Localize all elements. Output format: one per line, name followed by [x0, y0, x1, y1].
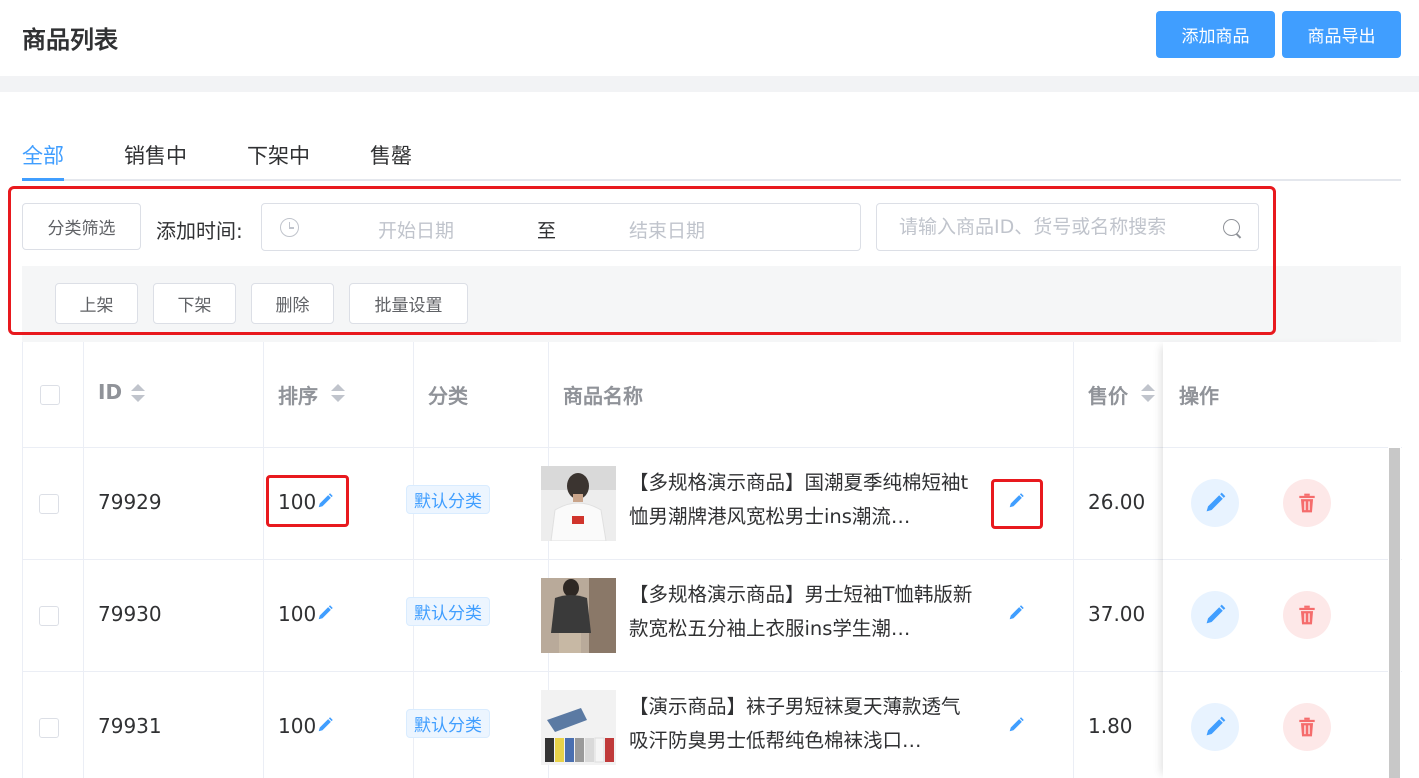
edit-icon: [1206, 716, 1226, 736]
row-checkbox[interactable]: [39, 606, 59, 626]
row-sort-value: 100: [278, 602, 317, 626]
start-date-input[interactable]: 开始日期: [378, 216, 454, 243]
header-actions: 操作: [1179, 384, 1219, 408]
trash-icon: [1299, 717, 1315, 737]
page-header: 商品列表 添加商品 商品导出: [0, 0, 1419, 76]
row-checkbox[interactable]: [39, 718, 59, 738]
product-name: 【多规格演示商品】国潮夏季纯棉短袖t恤男潮牌港风宽松男士ins潮流…: [629, 471, 969, 528]
edit-sort-pencil-icon[interactable]: [316, 492, 334, 510]
row-price: 1.80: [1088, 714, 1133, 738]
edit-sort-pencil-icon[interactable]: [316, 716, 334, 734]
off-shelf-button[interactable]: 下架: [153, 283, 236, 324]
row-id: 79930: [98, 602, 162, 626]
edit-product-button[interactable]: [1191, 703, 1239, 751]
search-input[interactable]: [899, 214, 1219, 240]
delete-button[interactable]: 删除: [251, 283, 334, 324]
sort-order-icon[interactable]: [331, 384, 345, 404]
product-thumbnail[interactable]: [541, 466, 616, 541]
trash-icon: [1299, 605, 1315, 625]
export-products-button[interactable]: 商品导出: [1282, 11, 1401, 58]
row-checkbox[interactable]: [39, 494, 59, 514]
row-divider: [1163, 447, 1388, 448]
edit-icon: [1206, 604, 1226, 624]
category-tag: 默认分类: [406, 485, 490, 514]
row-sort-value: 100: [278, 714, 317, 738]
delete-product-button[interactable]: [1283, 591, 1331, 639]
scrollbar-thumb[interactable]: [1389, 448, 1400, 778]
row-price: 26.00: [1088, 490, 1146, 514]
search-icon[interactable]: [1223, 219, 1240, 236]
header-id[interactable]: ID: [98, 380, 122, 404]
category-tag: 默认分类: [406, 709, 490, 738]
category-filter-button[interactable]: 分类筛选: [22, 203, 141, 250]
edit-icon: [1206, 492, 1226, 512]
edit-sort-pencil-icon[interactable]: [316, 604, 334, 622]
product-thumbnail[interactable]: [541, 578, 616, 653]
tabs-baseline: [22, 179, 1401, 181]
sort-id-icon[interactable]: [131, 384, 145, 404]
tab-sold-out[interactable]: 售罄: [370, 140, 412, 170]
trash-icon: [1299, 493, 1315, 513]
product-name: 【多规格演示商品】男士短袖T恤韩版新款宽松五分袖上衣服ins学生潮…: [629, 583, 973, 640]
select-all-checkbox[interactable]: [40, 385, 60, 405]
edit-name-pencil-icon[interactable]: [1007, 716, 1025, 734]
date-range-separator: 至: [537, 220, 557, 242]
sort-price-icon[interactable]: [1141, 384, 1155, 404]
row-id: 79931: [98, 714, 162, 738]
column-divider: [263, 342, 264, 778]
row-price: 37.00: [1088, 602, 1146, 626]
on-shelf-button[interactable]: 上架: [55, 283, 138, 324]
tab-active-indicator: [22, 178, 64, 181]
edit-product-button[interactable]: [1191, 591, 1239, 639]
tab-off-shelf[interactable]: 下架中: [247, 140, 310, 170]
end-date-input[interactable]: 结束日期: [629, 216, 705, 243]
tab-all[interactable]: 全部: [22, 140, 64, 170]
search-box: [876, 203, 1259, 251]
page-title: 商品列表: [22, 26, 118, 54]
add-time-label: 添加时间:: [156, 219, 243, 243]
edit-product-button[interactable]: [1191, 479, 1239, 527]
column-divider: [83, 342, 84, 778]
product-thumbnail[interactable]: [541, 690, 616, 765]
clock-icon: [280, 218, 299, 237]
header-product-name: 商品名称: [563, 384, 643, 408]
header-divider: [0, 76, 1419, 92]
add-product-button[interactable]: 添加商品: [1156, 11, 1275, 58]
delete-product-button[interactable]: [1283, 703, 1331, 751]
date-range-picker[interactable]: 开始日期 至 结束日期: [261, 203, 861, 251]
batch-settings-button[interactable]: 批量设置: [349, 283, 468, 324]
category-tag: 默认分类: [406, 597, 490, 626]
row-divider: [1163, 559, 1388, 560]
header-sort[interactable]: 排序: [278, 380, 318, 409]
tab-on-sale[interactable]: 销售中: [124, 140, 187, 170]
row-id: 79929: [98, 490, 162, 514]
column-divider: [1073, 342, 1074, 778]
header-category: 分类: [428, 384, 468, 408]
delete-product-button[interactable]: [1283, 479, 1331, 527]
row-divider: [1163, 671, 1388, 672]
header-price[interactable]: 售价: [1088, 380, 1128, 409]
edit-name-pencil-icon[interactable]: [1007, 492, 1025, 510]
row-sort-value: 100: [278, 490, 317, 514]
product-name: 【演示商品】袜子男短袜夏天薄款透气吸汗防臭男士低帮纯色棉袜浅口…: [629, 695, 961, 752]
edit-name-pencil-icon[interactable]: [1007, 604, 1025, 622]
